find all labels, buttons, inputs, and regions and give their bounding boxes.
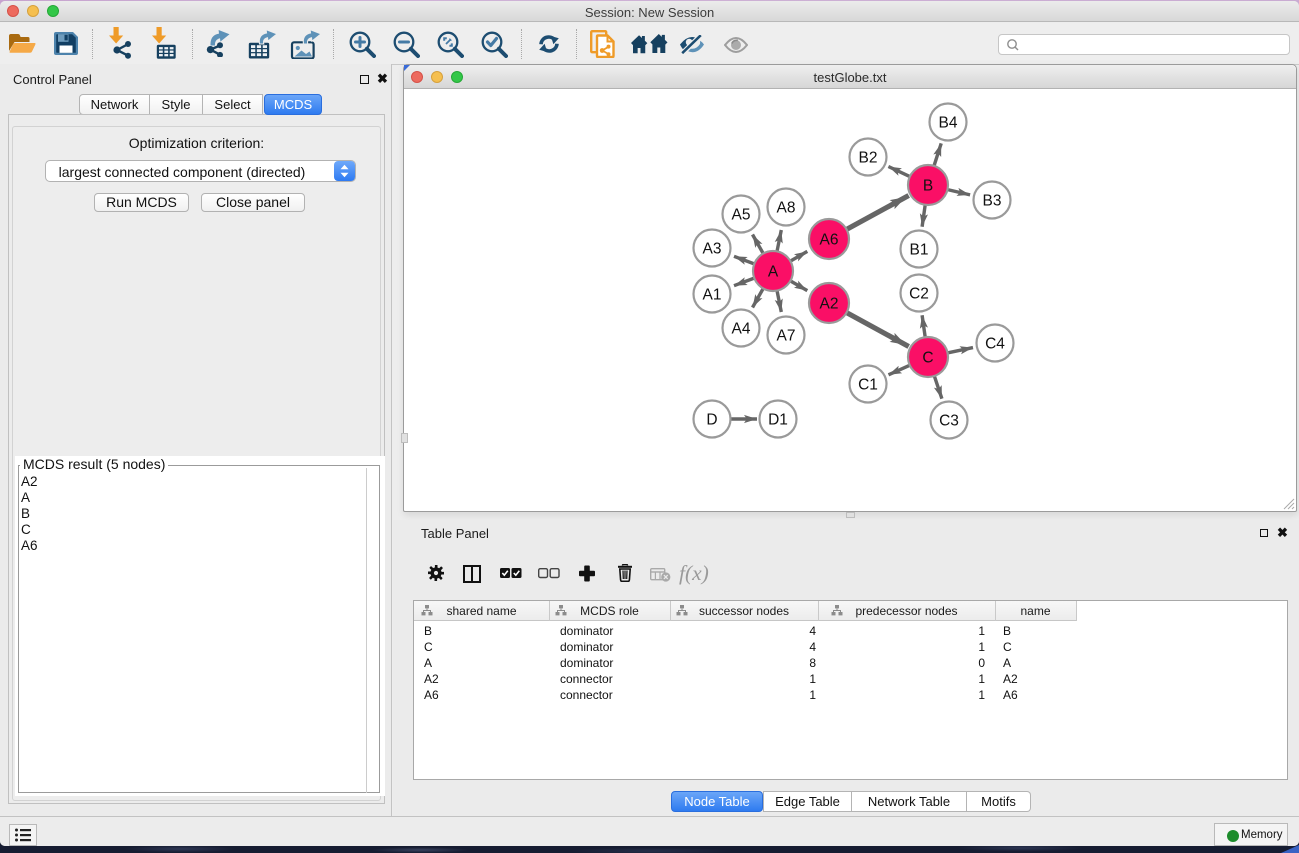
svg-text:A8: A8 [777,200,796,217]
svg-text:A5: A5 [732,207,751,224]
svg-text:D: D [706,412,717,429]
svg-text:A2: A2 [820,296,839,313]
svg-text:A7: A7 [777,328,796,345]
svg-text:B1: B1 [910,242,929,259]
svg-text:B3: B3 [983,193,1002,210]
svg-text:B2: B2 [859,150,878,167]
svg-text:C3: C3 [939,413,959,430]
svg-text:A1: A1 [703,287,722,304]
svg-text:C2: C2 [909,286,929,303]
svg-text:C1: C1 [858,377,878,394]
svg-text:C: C [922,350,933,367]
svg-text:B4: B4 [939,115,958,132]
svg-text:A3: A3 [703,241,722,258]
svg-text:C4: C4 [985,336,1005,353]
svg-text:A: A [768,264,779,281]
svg-text:A4: A4 [732,321,751,338]
svg-text:B: B [923,178,933,195]
svg-text:D1: D1 [768,412,788,429]
svg-text:A6: A6 [820,232,839,249]
